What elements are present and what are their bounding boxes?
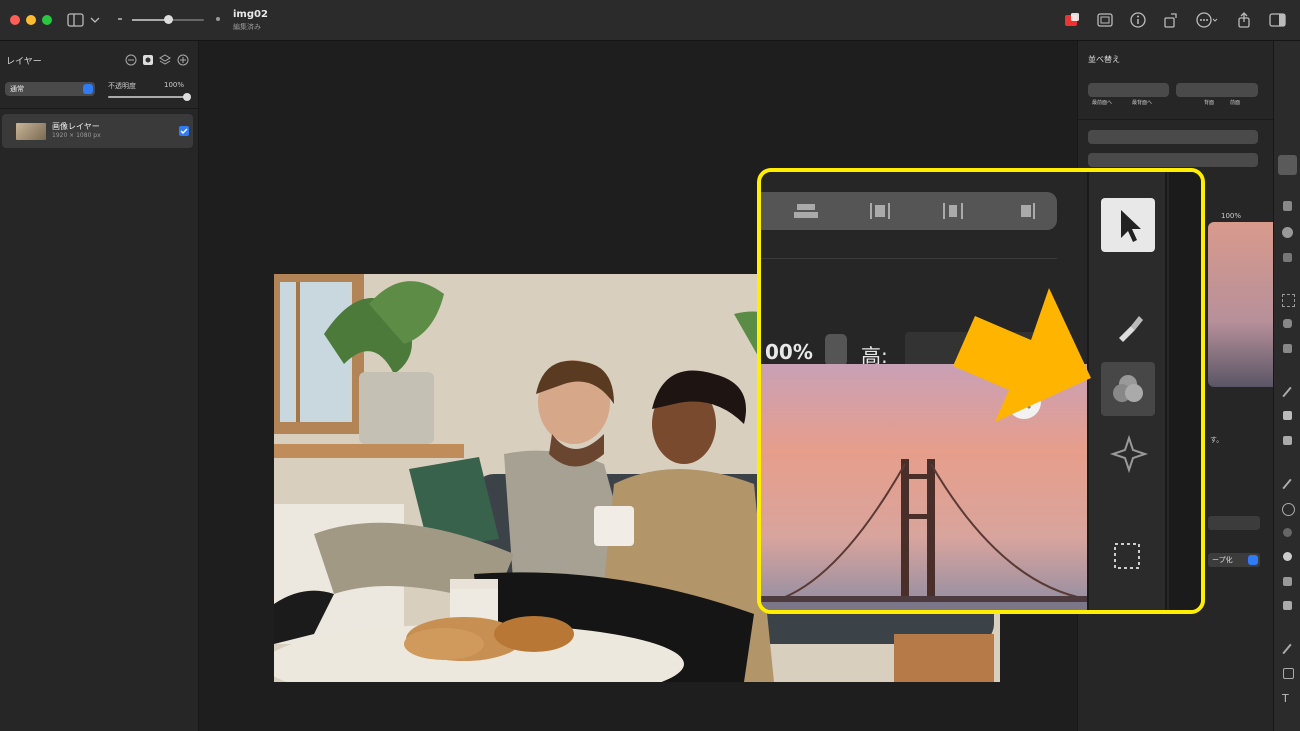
- info-note: す。: [1210, 436, 1224, 444]
- select-stepper-icon: [1248, 555, 1258, 565]
- hand-tool[interactable]: [1283, 601, 1292, 610]
- rotate-icon[interactable]: [1161, 10, 1181, 30]
- arrange-panel-title: 並べ替え: [1088, 55, 1120, 64]
- eraser-tool[interactable]: [1283, 436, 1292, 445]
- send-to-back-button[interactable]: 最背面へ: [1132, 99, 1152, 106]
- arrow-pointer-tool-zoomed[interactable]: [1101, 198, 1155, 252]
- bring-to-front-button[interactable]: 最前面へ: [1092, 99, 1112, 106]
- arrow-pointer-tool[interactable]: [1278, 155, 1297, 175]
- distribute-buttons-row[interactable]: [1088, 153, 1258, 167]
- remove-layer-icon[interactable]: [125, 54, 137, 66]
- arrow-pointer-icon: [1121, 210, 1141, 242]
- blend-mode-value: 通常: [10, 85, 24, 93]
- pen-tool[interactable]: [1282, 643, 1292, 655]
- percent-value-zoomed: 00%: [765, 340, 813, 364]
- minimize-window-button[interactable]: [26, 15, 36, 25]
- bucket-tool[interactable]: [1283, 411, 1292, 420]
- opacity-slider[interactable]: [108, 93, 191, 101]
- checkmark-icon: [180, 128, 188, 134]
- inspector-edge-zoomed: [1169, 172, 1201, 610]
- sidebar-toggle-icon[interactable]: [66, 10, 86, 30]
- group-select-label: ープ化: [1212, 556, 1233, 564]
- layer-mask-icon[interactable]: [142, 54, 154, 66]
- zoom-slider[interactable]: [118, 15, 220, 24]
- bring-forward-group: [1088, 83, 1169, 97]
- group-select[interactable]: ープ化: [1208, 553, 1260, 567]
- lasso-tool[interactable]: [1283, 319, 1292, 328]
- title-bar: img02 編集済み: [0, 0, 1300, 41]
- sparkle-effects-icon[interactable]: [1109, 434, 1149, 474]
- brush-tool[interactable]: [1282, 386, 1292, 398]
- share-icon[interactable]: [1234, 10, 1254, 30]
- opacity-value: 100%: [164, 81, 185, 89]
- send-backward-group: [1176, 83, 1258, 97]
- shape-style-tool[interactable]: [1282, 227, 1293, 238]
- blur-tool[interactable]: [1283, 528, 1292, 537]
- shape-style-icon: [1113, 375, 1143, 402]
- layer-row[interactable]: 画像レイヤー 1920 × 1080 px: [2, 114, 193, 148]
- pencil-tool[interactable]: [1282, 478, 1292, 490]
- clone-tool[interactable]: [1282, 503, 1295, 516]
- align-buttons-row[interactable]: [1088, 130, 1258, 144]
- shape-tool[interactable]: [1283, 668, 1294, 679]
- field-row[interactable]: [1208, 516, 1260, 530]
- layer-size: 1920 × 1080 px: [52, 132, 101, 139]
- tool-strip: T: [1273, 41, 1300, 731]
- marquee-select-icon[interactable]: [1111, 540, 1145, 574]
- align-center-icon: [794, 204, 818, 218]
- inspector-toggle-icon[interactable]: [1268, 10, 1288, 30]
- blend-mode-select[interactable]: 通常: [5, 82, 95, 96]
- layers-panel-title: レイヤー: [6, 57, 42, 67]
- info-icon[interactable]: [1128, 10, 1148, 30]
- distribute-h-icon: [870, 203, 890, 219]
- zoom-window-button[interactable]: [42, 15, 52, 25]
- shape-style-tool-zoomed[interactable]: [1101, 362, 1155, 416]
- add-layer-icon[interactable]: [177, 54, 189, 66]
- effects-tool[interactable]: [1283, 253, 1292, 262]
- document-title: img02: [233, 9, 268, 20]
- preview-thumbnail: [1208, 222, 1273, 387]
- pointer-arrow-callout: [953, 288, 1091, 422]
- zoom-callout: 00% 高:: [757, 168, 1205, 614]
- select-stepper-icon: [83, 84, 93, 94]
- document-status: 編集済み: [233, 23, 261, 31]
- paint-tool[interactable]: [1283, 201, 1292, 211]
- stepper-zoomed[interactable]: [825, 334, 847, 366]
- opacity-slider-knob[interactable]: [183, 93, 191, 101]
- sun-adjust-tool[interactable]: [1283, 552, 1292, 561]
- record-icon[interactable]: [1062, 10, 1082, 30]
- distribute-right-icon: [1021, 203, 1035, 219]
- close-window-button[interactable]: [10, 15, 20, 25]
- more-options-icon[interactable]: [1194, 10, 1220, 30]
- opacity-value-right: 100%: [1221, 212, 1242, 220]
- backward-button[interactable]: 背面: [1204, 99, 1214, 106]
- layers-panel: レイヤー 通常 不透明度 100% 画像レイヤー 1920 × 1080 px: [0, 41, 199, 731]
- image-adjust-icon[interactable]: [1095, 10, 1115, 30]
- sponge-tool[interactable]: [1283, 577, 1292, 586]
- distribute-center-icon: [943, 203, 963, 219]
- text-tool[interactable]: T: [1282, 692, 1289, 705]
- forward-button[interactable]: 前面: [1230, 99, 1240, 106]
- layer-thumbnail: [16, 123, 46, 140]
- paint-brush-icon[interactable]: [1111, 310, 1147, 346]
- zoom-slider-knob[interactable]: [164, 15, 173, 24]
- magic-wand-tool[interactable]: [1283, 344, 1292, 353]
- layer-name: 画像レイヤー: [52, 122, 100, 131]
- opacity-label: 不透明度: [108, 82, 136, 90]
- layer-stack-icon[interactable]: [159, 54, 171, 66]
- chevron-down-icon[interactable]: [88, 10, 102, 30]
- selection-tool[interactable]: [1282, 294, 1295, 307]
- layer-visibility-checkbox[interactable]: [179, 126, 189, 136]
